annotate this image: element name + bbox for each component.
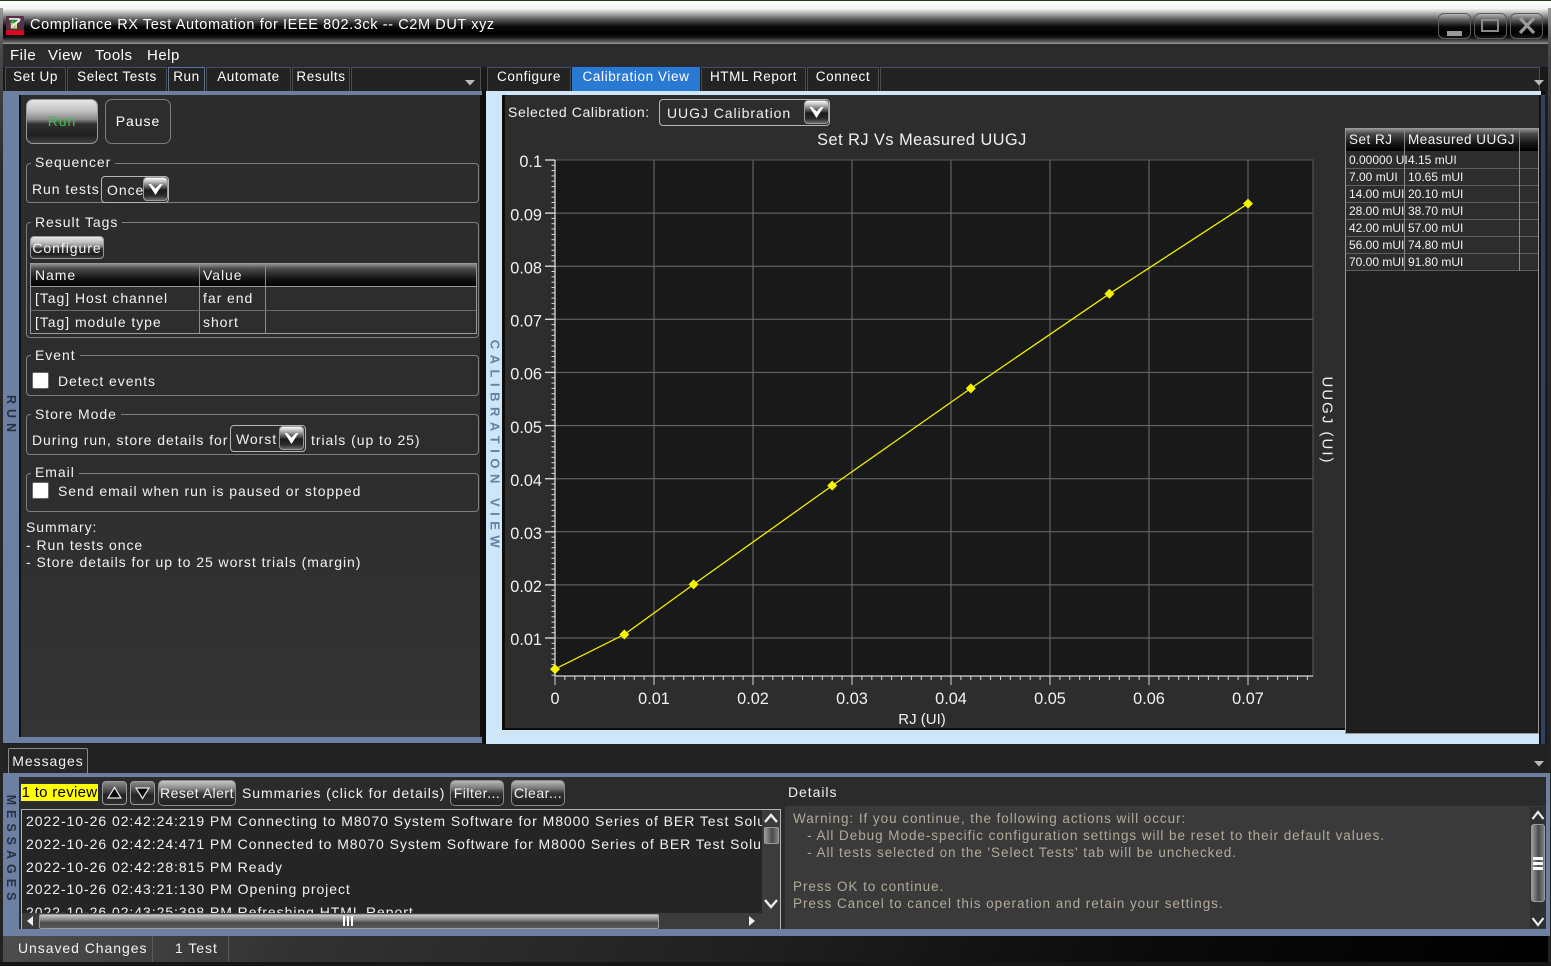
- svg-text:0.01: 0.01: [638, 690, 670, 708]
- svg-text:0.05: 0.05: [1034, 690, 1066, 708]
- svg-text:0.05: 0.05: [510, 419, 542, 437]
- svg-text:0.02: 0.02: [737, 690, 769, 708]
- svg-text:0.02: 0.02: [510, 578, 542, 596]
- svg-text:0.04: 0.04: [510, 472, 542, 490]
- svg-text:RJ (UI): RJ (UI): [898, 711, 946, 728]
- svg-text:0.06: 0.06: [1133, 690, 1165, 708]
- svg-text:0.04: 0.04: [935, 690, 967, 708]
- svg-text:0.01: 0.01: [510, 631, 542, 649]
- svg-text:0.06: 0.06: [510, 366, 542, 384]
- svg-text:0.03: 0.03: [836, 690, 868, 708]
- svg-text:0: 0: [550, 690, 559, 708]
- svg-text:0.07: 0.07: [1232, 690, 1264, 708]
- svg-text:0.03: 0.03: [510, 525, 542, 543]
- svg-text:0.07: 0.07: [510, 313, 542, 331]
- svg-text:0.08: 0.08: [510, 259, 542, 277]
- svg-text:0.09: 0.09: [510, 206, 542, 224]
- svg-text:Set RJ Vs Measured UUGJ: Set RJ Vs Measured UUGJ: [817, 131, 1027, 149]
- svg-text:0.1: 0.1: [519, 153, 542, 171]
